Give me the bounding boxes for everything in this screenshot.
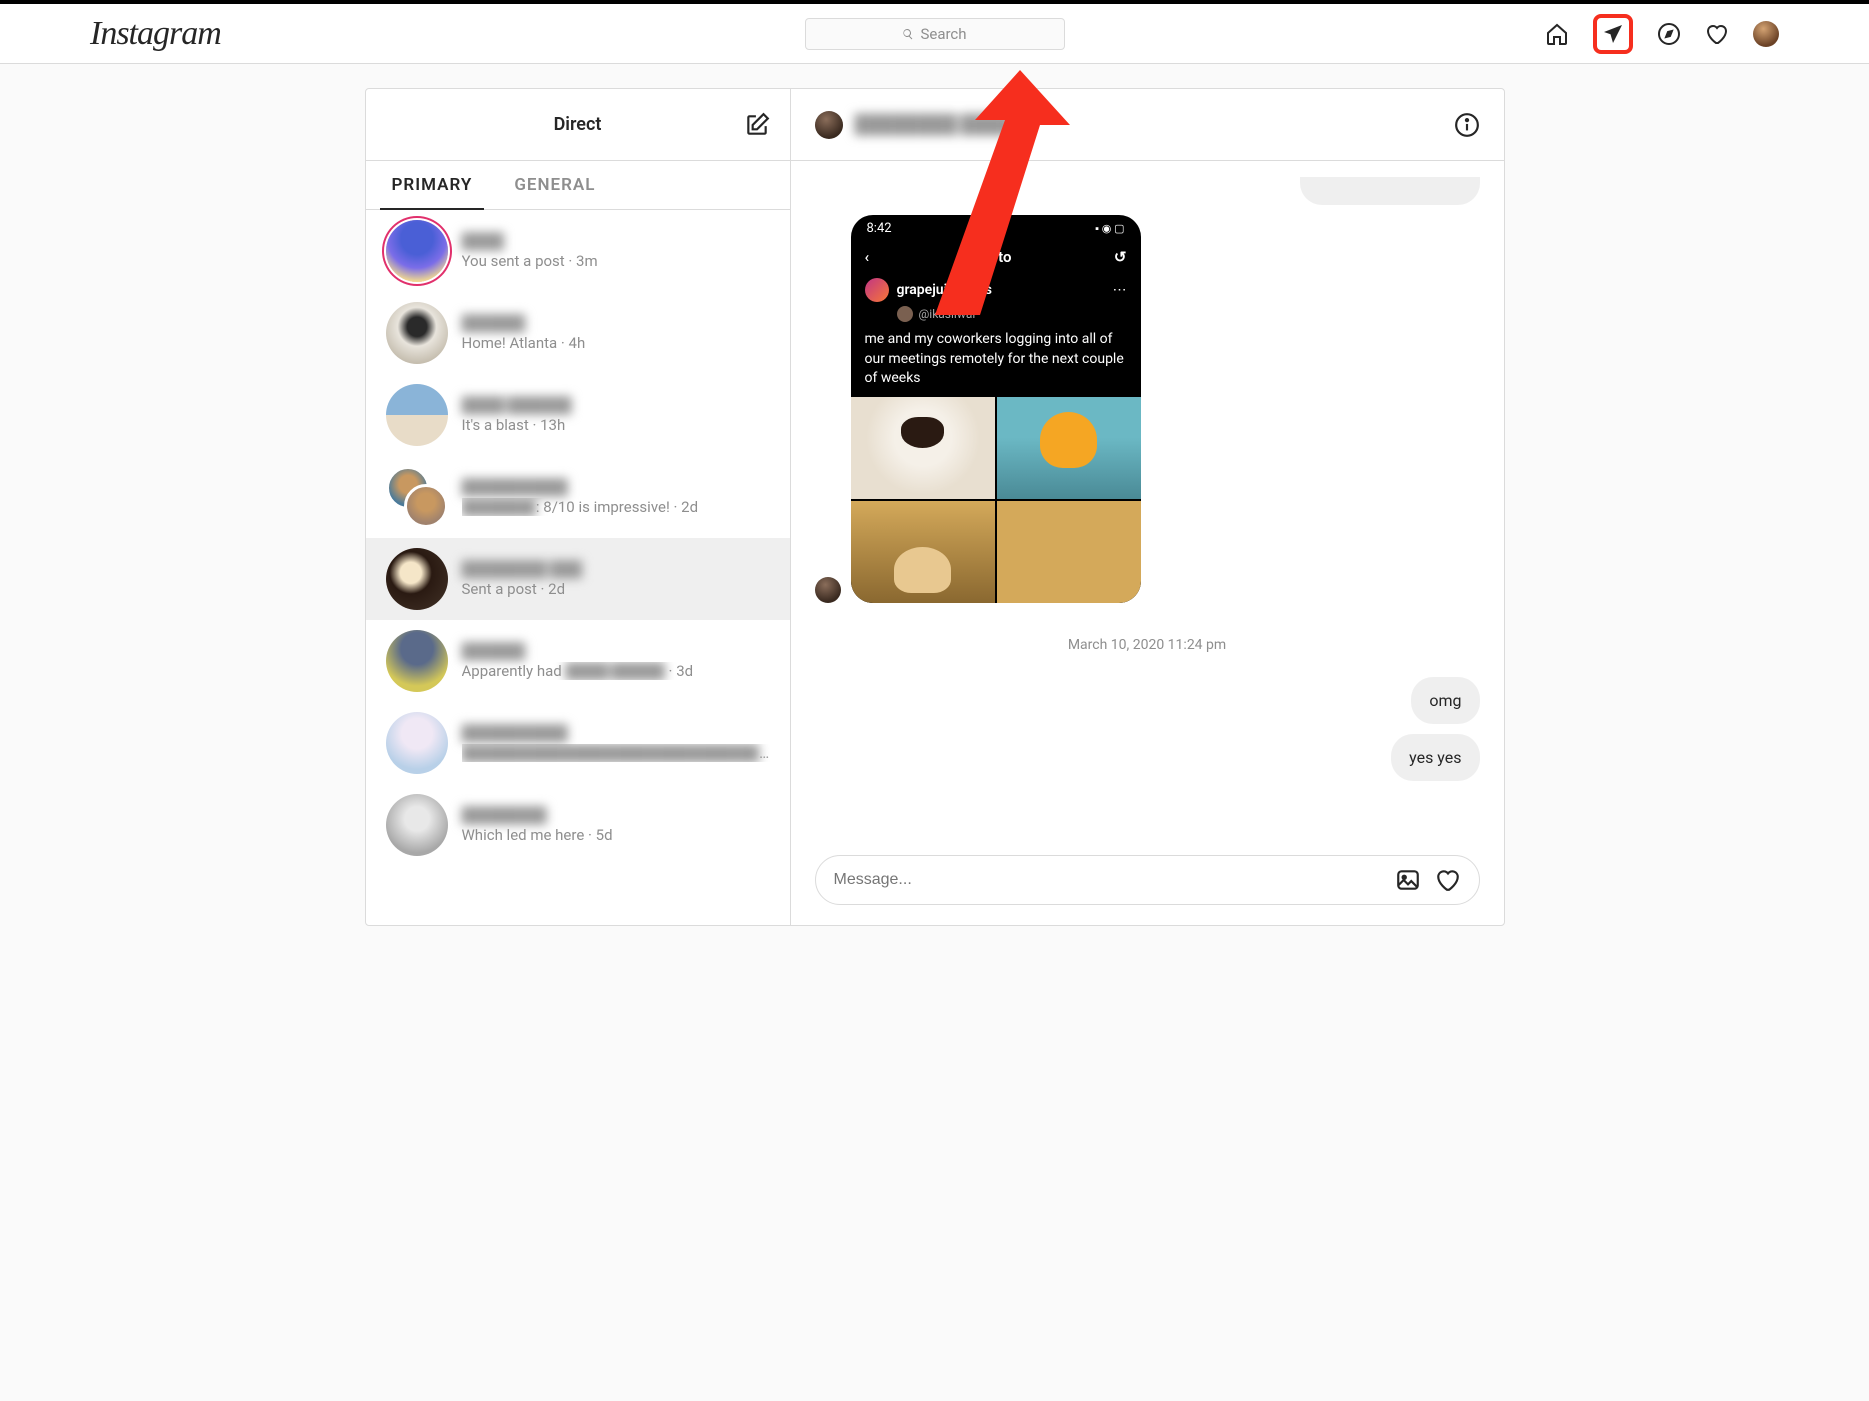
avatar [386,384,448,446]
home-icon[interactable] [1545,22,1569,46]
avatar-group [386,466,448,528]
thread-name: ██████████ [462,478,770,496]
message-bubble[interactable]: omg [1411,677,1479,724]
message-row: omg [815,677,1480,724]
chat-header-name[interactable]: ████████ ████ [855,114,1013,135]
thread-name: ████████ [462,806,770,824]
thread-preview: Which led me here · 5d [462,826,770,844]
message-row: yes yes [815,734,1480,781]
thread-item[interactable]: ██████████ ████████████████████████████.… [366,702,790,784]
thread-preview: Apparently had ████ █████ · 3d [462,662,770,680]
chat-info-button[interactable] [1454,112,1480,138]
messages: 8:42 ▪ ◉ ▢ ‹ Photo ↺ grapejuiceboys ⋯ [791,161,1504,835]
avatar [386,220,448,282]
thread-name: ██████ [462,642,770,660]
thread-item-selected[interactable]: ████████ ███ Sent a post · 2d [366,538,790,620]
inbox-tabs: PRIMARY GENERAL [366,161,790,210]
message-timestamp: March 10, 2020 11:24 pm [815,637,1480,653]
refresh-icon: ↺ [1114,248,1127,266]
shared-post[interactable]: 8:42 ▪ ◉ ▢ ‹ Photo ↺ grapejuiceboys ⋯ [851,215,1141,603]
message-bubble[interactable]: yes yes [1391,734,1479,781]
avatar [386,548,448,610]
photo-icon[interactable] [1395,867,1421,893]
avatar [386,794,448,856]
profile-avatar[interactable] [1753,21,1779,47]
thread-name: ██████████ [462,724,770,742]
thread-name: ████ [462,232,770,250]
back-icon: ‹ [865,248,870,266]
direct-messages-icon[interactable] [1601,22,1625,46]
message-input[interactable] [834,871,1381,889]
post-handle: @ikasliwal [851,306,1141,326]
compose-button[interactable] [744,112,770,138]
tab-general[interactable]: GENERAL [508,161,601,209]
tab-primary[interactable]: PRIMARY [386,161,479,209]
thread-name: ██████ [462,314,770,332]
chat-avatar[interactable] [815,111,843,139]
post-image-grid [851,397,1141,603]
thread-item[interactable]: ██████████ ███████: 8/10 is impressive! … [366,456,790,538]
message-row: 8:42 ▪ ◉ ▢ ‹ Photo ↺ grapejuiceboys ⋯ [815,215,1480,603]
thread-preview: You sent a post · 3m [462,252,770,270]
chat-panel: ████████ ████ 8:42 ▪ ◉ ▢ ‹ Photo ↺ [791,89,1504,925]
message-avatar[interactable] [815,577,841,603]
post-user-row: grapejuiceboys ⋯ [851,272,1141,306]
avatar [386,630,448,692]
post-titlebar: ‹ Photo ↺ [851,242,1141,272]
activity-icon[interactable] [1705,22,1729,46]
thread-preview: ███████: 8/10 is impressive! · 2d [462,498,770,516]
thread-preview: Home! Atlanta · 4h [462,334,770,352]
post-caption: me and my coworkers logging into all of … [851,326,1141,397]
thread-item[interactable]: ██████ Apparently had ████ █████ · 3d [366,620,790,702]
thread-preview: Sent a post · 2d [462,580,770,598]
direct-messages-icon-highlighted [1593,14,1633,54]
main-panel: Direct PRIMARY GENERAL ████ You sent a p… [365,88,1505,926]
thread-item[interactable]: ██████ Home! Atlanta · 4h [366,292,790,374]
instagram-logo[interactable]: Instagram [90,15,221,53]
thread-preview: It's a blast · 13h [462,416,770,434]
chat-header: ████████ ████ [791,89,1504,161]
thread-preview: ████████████████████████████... · 5d [462,744,770,762]
composer-box[interactable] [815,855,1480,905]
thread-item[interactable]: ████ You sent a post · 3m [366,210,790,292]
sidebar-header: Direct [366,89,790,161]
like-icon[interactable] [1435,867,1461,893]
sidebar-title: Direct [554,114,602,135]
thread-name: ████ ██████ [462,396,770,414]
avatar [386,302,448,364]
avatar [386,712,448,774]
top-nav: Instagram Search [0,4,1869,64]
thread-item[interactable]: ████ ██████ It's a blast · 13h [366,374,790,456]
post-user-avatar [865,278,889,302]
thread-list: ████ You sent a post · 3m ██████ Home! A… [366,210,790,925]
search-input[interactable]: Search [805,18,1065,50]
message-bubble-partial [1300,177,1480,205]
thread-name: ████████ ███ [462,560,770,578]
sidebar: Direct PRIMARY GENERAL ████ You sent a p… [366,89,791,925]
post-user-name: grapejuiceboys [897,282,992,298]
post-statusbar: 8:42 ▪ ◉ ▢ [851,215,1141,242]
thread-item[interactable]: ████████ Which led me here · 5d [366,784,790,866]
explore-icon[interactable] [1657,22,1681,46]
composer [791,835,1504,925]
